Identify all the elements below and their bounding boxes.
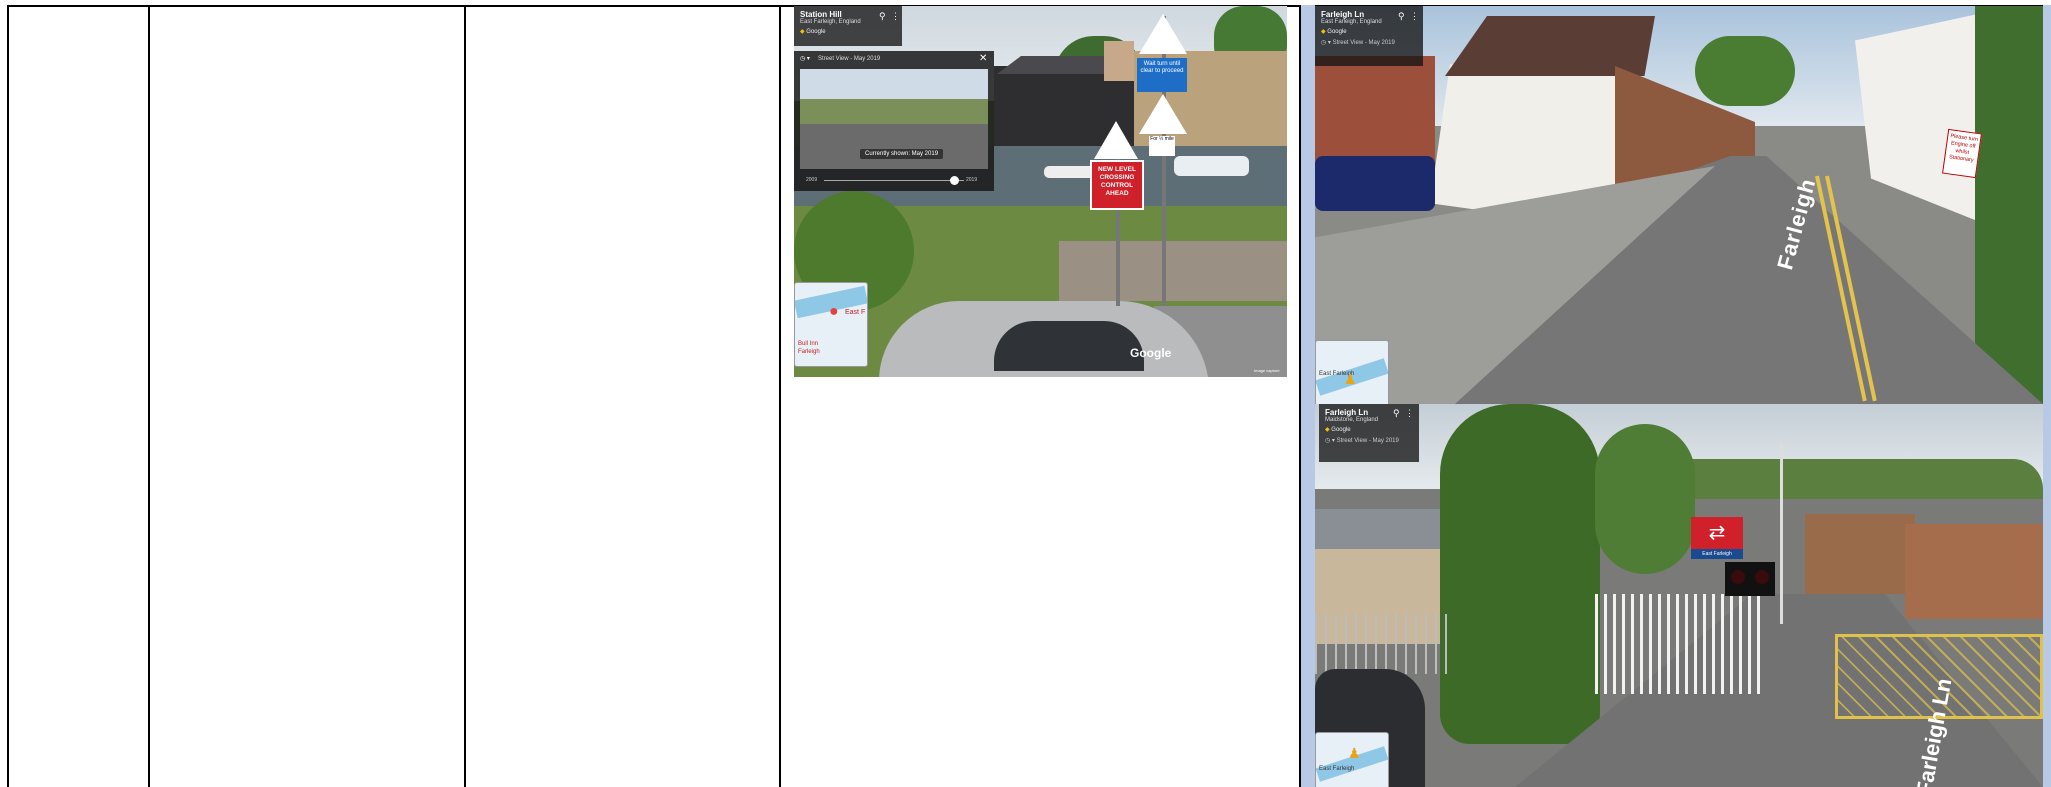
tree xyxy=(1595,424,1695,574)
station-name-sign: East Farleigh xyxy=(1691,549,1743,559)
tower xyxy=(1104,41,1134,81)
location-card[interactable]: Station Hill East Farleigh, England ◆ Go… xyxy=(794,6,902,46)
wait-turn-sign: Wait turn until clear to proceed xyxy=(1137,58,1187,92)
timeline-end-year: 2019 xyxy=(966,177,978,183)
table-cell-empty-3 xyxy=(466,7,779,787)
google-watermark: Google xyxy=(1130,346,1172,360)
google-logo-icon: ◆ xyxy=(1321,29,1326,35)
location-subtitle: Maidstone, England xyxy=(1325,417,1379,423)
crossing-light xyxy=(1755,570,1769,584)
car-window xyxy=(994,321,1144,371)
white-fence xyxy=(1595,594,1760,694)
van xyxy=(1315,156,1435,211)
more-options-icon[interactable]: ⋮ xyxy=(891,11,900,22)
street-view-screenshot-station-hill[interactable]: Wait turn until clear to proceed For ½ m… xyxy=(794,6,1287,377)
stone-wall xyxy=(1059,241,1287,301)
distant-trees xyxy=(1645,459,2043,499)
map-label: East F xyxy=(845,309,866,316)
column-divider-4 xyxy=(779,5,781,787)
cell-side-strip-right xyxy=(2043,5,2051,787)
street-view-screenshot-farleigh-ln-top[interactable]: Farleigh Please turn Engine off whilst S… xyxy=(1315,6,2043,404)
minimap[interactable]: East Farleigh ♟ xyxy=(1315,732,1389,787)
google-source: ◆ Google xyxy=(800,28,896,35)
image-copyright: Image capture xyxy=(1254,368,1280,373)
source-label: Google xyxy=(1327,29,1347,35)
pegman-icon[interactable]: ♟ xyxy=(1344,371,1357,388)
distance-plate: For ½ mile xyxy=(1149,136,1175,156)
pin-icon[interactable]: ⚲ xyxy=(879,11,886,22)
clock-icon[interactable]: ◷ ▾ xyxy=(1321,40,1331,46)
more-options-icon[interactable]: ⋮ xyxy=(1405,408,1414,419)
street-view-date-label: Street View - May 2019 xyxy=(1336,438,1399,444)
minimap[interactable]: East Farleigh ♟ xyxy=(1315,340,1389,404)
close-icon[interactable]: ✕ xyxy=(979,53,987,64)
timeline-slider-handle[interactable] xyxy=(950,176,959,185)
map-label: Farleigh xyxy=(798,349,820,355)
hedge xyxy=(1975,6,2043,404)
clock-icon[interactable]: ◷ ▾ xyxy=(1325,438,1335,444)
table-cell-empty-2 xyxy=(150,7,464,787)
currently-shown-tooltip: Currently shown: May 2019 xyxy=(860,149,944,159)
minimap[interactable]: ● East F Bull Inn Farleigh xyxy=(794,282,868,367)
map-pin-icon: ● xyxy=(829,303,839,320)
pegman-icon[interactable]: ♟ xyxy=(1348,745,1361,762)
barrier-pole xyxy=(1780,444,1783,624)
level-crossing-sign: NEW LEVEL CROSSING CONTROL AHEAD xyxy=(1090,160,1144,210)
street-view-date[interactable]: ◷ ▾ Street View - May 2019 xyxy=(1321,39,1417,46)
metal-fence xyxy=(1315,614,1455,674)
timeline-start-year: 2009 xyxy=(806,177,818,183)
map-label: East Farleigh xyxy=(1319,766,1355,772)
street-view-date[interactable]: ◷ ▾ Street View - May 2019 xyxy=(1325,437,1413,444)
timeline-preview-image: Currently shown: May 2019 xyxy=(800,69,988,169)
brick-building xyxy=(1805,514,1915,594)
national-rail-sign: ⇄ xyxy=(1691,517,1743,549)
location-card[interactable]: Farleigh Ln East Farleigh, England ◆ Goo… xyxy=(1315,6,1423,66)
google-logo-icon: ◆ xyxy=(800,29,805,35)
street-view-date: Street View - May 2019 xyxy=(818,56,881,62)
large-tree xyxy=(1440,404,1600,744)
street-view-timeline-popup[interactable]: ◷ ▾ Street View - May 2019 ✕ Currently s… xyxy=(794,51,994,191)
source-label: Google xyxy=(1331,427,1351,433)
google-logo-icon: ◆ xyxy=(1325,427,1330,433)
street-view-screenshot-farleigh-ln-bottom[interactable]: ⇄ East Farleigh Farleigh Ln Farleigh Ln … xyxy=(1315,404,2043,787)
engine-off-sign: Please turn Engine off whilst Stationary xyxy=(1942,128,1982,179)
timeline-slider-track[interactable] xyxy=(824,180,964,181)
crossing-light xyxy=(1731,570,1745,584)
trees xyxy=(1695,36,1795,106)
source-label: Google xyxy=(806,29,826,35)
google-source: ◆ Google xyxy=(1325,426,1413,433)
table-cell-empty-1 xyxy=(9,7,148,787)
clock-icon[interactable]: ◷ ▾ xyxy=(800,55,810,62)
location-title: Farleigh Ln xyxy=(1325,408,1369,417)
boat xyxy=(1174,156,1249,176)
pin-icon[interactable]: ⚲ xyxy=(1398,11,1405,22)
map-label: Bull Inn xyxy=(798,341,819,347)
station-roof xyxy=(1315,509,1450,549)
cell-side-strip xyxy=(1301,5,1315,787)
street-view-date-label: Street View - May 2019 xyxy=(1332,40,1395,46)
more-options-icon[interactable]: ⋮ xyxy=(1410,11,1419,22)
google-source: ◆ Google xyxy=(1321,28,1417,35)
pin-icon[interactable]: ⚲ xyxy=(1393,408,1400,419)
brick-houses xyxy=(1905,524,2043,619)
location-card[interactable]: Farleigh Ln Maidstone, England ◆ Google … xyxy=(1319,404,1419,462)
